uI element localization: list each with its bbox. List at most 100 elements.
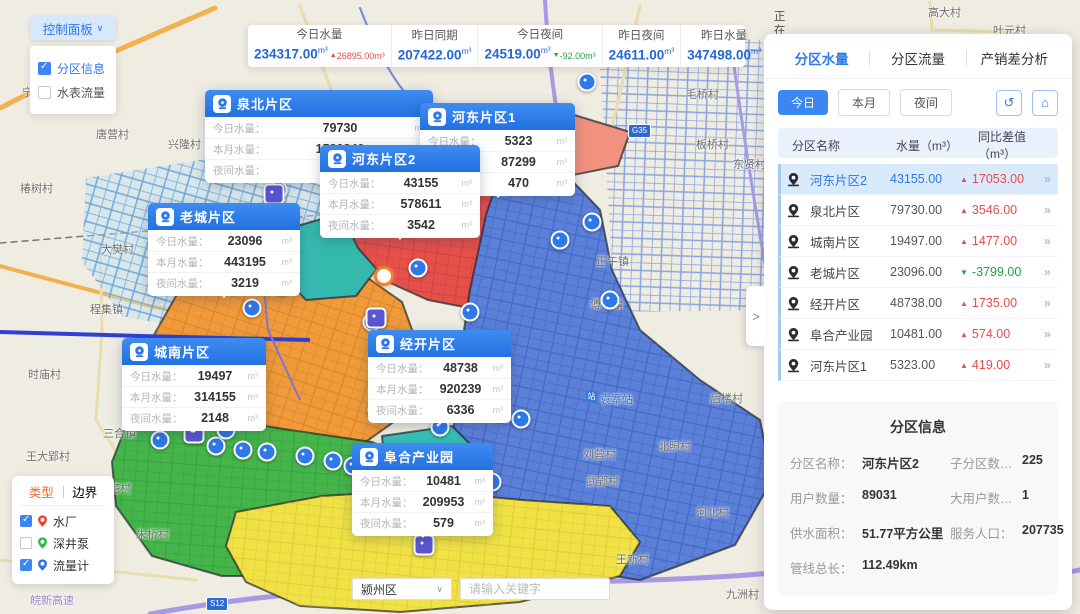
district-pin-icon [786, 172, 801, 187]
flow-meter-marker[interactable] [207, 437, 226, 456]
row-volume: 43155.00 [890, 172, 960, 186]
legend-item-waterplant[interactable]: 水厂 [20, 510, 106, 532]
up-arrow-icon: ▲ [960, 206, 968, 215]
checkbox-checked-icon[interactable] [20, 559, 32, 571]
flow-meter-marker[interactable] [234, 441, 253, 460]
layer-toggle-partition[interactable]: 分区信息 [38, 56, 108, 80]
tab-partition-flow[interactable]: 分区流量 [870, 48, 965, 68]
checkbox-checked-icon[interactable] [20, 515, 32, 527]
popup-header: 阜合产业园 [352, 443, 493, 470]
flow-meter-marker[interactable] [578, 73, 597, 92]
filter-night-button[interactable]: 夜间 [900, 89, 952, 116]
row-detail-icon[interactable]: » [1044, 265, 1058, 279]
row-volume: 10481.00 [890, 327, 960, 341]
table-row[interactable]: 泉北片区 79730.00 ▲3546.00 » [778, 195, 1058, 226]
popup-row-label: 今日水量： [213, 121, 266, 136]
row-detail-icon[interactable]: » [1044, 234, 1058, 248]
info-label: 用户数量： [790, 488, 862, 507]
filter-month-button[interactable]: 本月 [838, 89, 890, 116]
tab-nrw-analysis[interactable]: 产销差分析 [967, 48, 1062, 68]
table-row[interactable]: 城南片区 19497.00 ▲1477.00 » [778, 226, 1058, 257]
table-row[interactable]: 河东片区2 43155.00 ▲17053.00 » [778, 164, 1058, 195]
info-label: 供水面积： [790, 523, 862, 542]
popup-jingkai[interactable]: 经开片区 今日水量：48738m³ 本月水量：920239m³ 夜间水量：633… [368, 330, 511, 423]
flow-meter-marker[interactable] [461, 303, 480, 322]
legend-tab-boundary[interactable]: 边界 [64, 482, 107, 501]
flow-meter-marker[interactable] [551, 231, 570, 250]
row-detail-icon[interactable]: » [1044, 296, 1058, 310]
table-row[interactable]: 老城片区 23096.00 ▼-3799.00 » [778, 257, 1058, 288]
home-button[interactable]: ⌂ [1032, 90, 1058, 116]
district-marker[interactable] [264, 184, 285, 205]
undo-icon: ↺ [1004, 95, 1015, 111]
flow-meter-marker[interactable] [324, 452, 343, 471]
legend-item-flowmeter[interactable]: 流量计 [20, 554, 106, 576]
unit-label: m³ [318, 45, 328, 55]
flow-meter-marker[interactable] [296, 447, 315, 466]
map-label: 河北村 [696, 504, 729, 520]
stat-delta: -92.00m³ [560, 51, 596, 61]
flow-meter-marker[interactable] [258, 443, 277, 462]
map-label: 王大郢村 [26, 448, 70, 464]
district-marker[interactable] [366, 308, 387, 329]
popup-header: 河东片区1 [420, 103, 575, 130]
column-header: 水量（m³） [896, 137, 978, 154]
popup-title: 老城片区 [180, 207, 236, 226]
row-detail-icon[interactable]: » [1044, 172, 1058, 186]
district-pin-icon [786, 327, 801, 342]
info-label: 服务人口： [950, 523, 1022, 542]
row-district-name: 河东片区1 [810, 356, 890, 375]
table-row[interactable]: 河东片区1 5323.00 ▲419.00 » [778, 350, 1058, 381]
popup-header: 泉北片区 [205, 90, 433, 117]
legend-label: 流量计 [53, 557, 89, 574]
stat-label: 今日夜间 [517, 28, 563, 42]
legend-tab-type[interactable]: 类型 [20, 482, 63, 501]
table-row[interactable]: 经开片区 48738.00 ▲1735.00 » [778, 288, 1058, 319]
popup-row-label: 今日水量： [130, 369, 183, 384]
popup-chengnan[interactable]: 城南片区 今日水量：19497m³ 本月水量：314155m³ 夜间水量：214… [122, 338, 266, 431]
stat-value: 234317.00 [254, 47, 318, 62]
panel-collapse-toggle[interactable]: > [746, 286, 766, 346]
map-label: 椿树村 [20, 180, 53, 196]
flow-meter-marker[interactable] [243, 299, 262, 318]
checkbox-unchecked-icon[interactable] [20, 537, 32, 549]
filter-today-button[interactable]: 今日 [778, 90, 828, 115]
row-district-name: 经开片区 [810, 294, 890, 313]
popup-hedong2[interactable]: 河东片区2 今日水量：43155m³ 本月水量：578611m³ 夜间水量：35… [320, 145, 480, 238]
alarm-marker[interactable] [374, 266, 394, 286]
popup-fuhe[interactable]: 阜合产业园 今日水量：10481m³ 本月水量：209953m³ 夜间水量：57… [352, 443, 493, 536]
popup-row-label: 今日水量： [360, 474, 413, 489]
row-detail-icon[interactable]: » [1044, 327, 1058, 341]
column-header: 同比差值（m³） [978, 128, 1052, 162]
flow-meter-marker[interactable] [583, 213, 602, 232]
info-value: 112.49km [862, 558, 1064, 577]
popup-row-value: 6336 [429, 403, 493, 417]
popup-laocheng[interactable]: 老城片区 今日水量：23096m³ 本月水量：443195m³ 夜间水量：321… [148, 203, 300, 296]
district-select[interactable]: 颍州区 ∨ [352, 578, 452, 600]
table-row[interactable]: 阜合产业园 10481.00 ▲574.00 » [778, 319, 1058, 350]
row-detail-icon[interactable]: » [1044, 358, 1058, 372]
checkbox-checked-icon[interactable] [38, 62, 51, 75]
flow-meter-marker[interactable] [151, 431, 170, 450]
control-panel-toggle[interactable]: 控制面板 ∨ [30, 16, 116, 40]
column-header: 分区名称 [792, 137, 896, 154]
layer-toggle-meterflow[interactable]: 水表流量 [38, 80, 108, 104]
flow-meter-marker[interactable] [512, 410, 531, 429]
row-diff: 419.00 [972, 358, 1010, 372]
row-volume: 79730.00 [890, 203, 960, 217]
row-district-name: 阜合产业园 [810, 325, 890, 344]
road-shield: G35 [628, 124, 651, 138]
stat-yesterday-volume: 昨日水量 347498.00m³ [680, 25, 767, 67]
undo-button[interactable]: ↺ [996, 90, 1022, 116]
keyword-search-input[interactable] [460, 578, 610, 600]
flow-meter-marker[interactable] [601, 291, 620, 310]
row-detail-icon[interactable]: » [1044, 203, 1058, 217]
row-district-name: 河东片区2 [810, 170, 890, 189]
panel-tabs: 分区水量 分区流量 产销差分析 [764, 34, 1072, 79]
tab-partition-volume[interactable]: 分区水量 [774, 48, 869, 68]
unit-label: m³ [462, 178, 473, 188]
flow-meter-marker[interactable] [409, 259, 428, 278]
up-arrow-icon: ▲ [960, 175, 968, 184]
checkbox-unchecked-icon[interactable] [38, 86, 51, 99]
legend-item-deepwell[interactable]: 深井泵 [20, 532, 106, 554]
